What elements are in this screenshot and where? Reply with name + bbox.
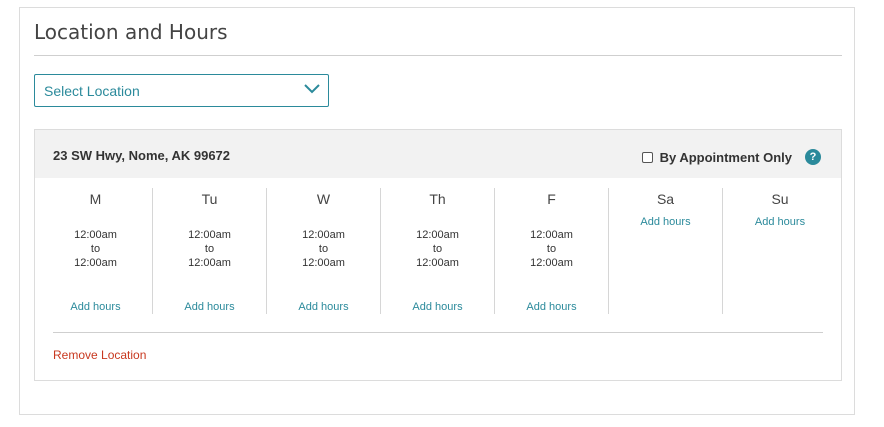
day-column-monday: M 12:00am to 12:00am Add hours — [39, 188, 153, 314]
by-appointment-checkbox[interactable] — [641, 151, 653, 163]
add-hours-link[interactable]: Add hours — [495, 301, 608, 313]
day-name: Sa — [656, 191, 675, 207]
open-time: 12:00am — [530, 229, 573, 241]
open-time: 12:00am — [416, 229, 459, 241]
day-column-saturday: Sa Add hours — [609, 188, 723, 314]
add-hours-link[interactable]: Add hours — [609, 216, 722, 228]
close-time: 12:00am — [188, 257, 231, 269]
day-name: Su — [771, 191, 789, 207]
close-time: 12:00am — [302, 257, 345, 269]
add-hours-link[interactable]: Add hours — [39, 301, 152, 313]
chevron-down-icon — [304, 84, 320, 94]
location-hours-card: Location and Hours Select Location 23 SW… — [19, 7, 855, 415]
day-column-sunday: Su Add hours — [723, 188, 837, 314]
day-column-wednesday: W 12:00am to 12:00am Add hours — [267, 188, 381, 314]
add-hours-link[interactable]: Add hours — [153, 301, 266, 313]
add-hours-link[interactable]: Add hours — [267, 301, 380, 313]
close-time: 12:00am — [74, 257, 117, 269]
open-time: 12:00am — [188, 229, 231, 241]
by-appointment-row: By Appointment Only ? — [641, 149, 821, 165]
add-hours-link[interactable]: Add hours — [723, 216, 837, 228]
day-name: F — [547, 191, 556, 207]
help-icon[interactable]: ? — [805, 149, 821, 165]
open-time: 12:00am — [74, 229, 117, 241]
day-name: W — [316, 191, 331, 207]
day-hours: 12:00am to 12:00am — [495, 228, 608, 270]
title-divider — [34, 55, 842, 56]
weekly-hours: M 12:00am to 12:00am Add hours Tu 12:00a… — [39, 188, 837, 314]
day-name: Tu — [201, 191, 218, 207]
location-address: 23 SW Hwy, Nome, AK 99672 — [53, 148, 231, 163]
close-time: 12:00am — [530, 257, 573, 269]
day-hours: 12:00am to 12:00am — [381, 228, 494, 270]
add-hours-link[interactable]: Add hours — [381, 301, 494, 313]
day-name: M — [89, 191, 102, 207]
location-header: 23 SW Hwy, Nome, AK 99672 By Appointment… — [35, 130, 841, 178]
hours-separator: to — [432, 243, 443, 255]
day-column-tuesday: Tu 12:00am to 12:00am Add hours — [153, 188, 267, 314]
location-panel: 23 SW Hwy, Nome, AK 99672 By Appointment… — [34, 129, 842, 381]
hours-separator: to — [546, 243, 557, 255]
day-column-friday: F 12:00am to 12:00am Add hours — [495, 188, 609, 314]
day-hours: 12:00am to 12:00am — [39, 228, 152, 270]
location-select[interactable]: Select Location — [34, 74, 329, 107]
open-time: 12:00am — [302, 229, 345, 241]
hours-separator: to — [90, 243, 101, 255]
close-time: 12:00am — [416, 257, 459, 269]
panel-divider — [53, 332, 823, 333]
section-title: Location and Hours — [34, 20, 228, 44]
remove-location-link[interactable]: Remove Location — [53, 348, 146, 362]
by-appointment-label[interactable]: By Appointment Only — [660, 150, 792, 165]
day-column-thursday: Th 12:00am to 12:00am Add hours — [381, 188, 495, 314]
day-name: Th — [429, 191, 446, 207]
location-select-placeholder: Select Location — [44, 82, 140, 99]
hours-separator: to — [204, 243, 215, 255]
day-hours: 12:00am to 12:00am — [267, 228, 380, 270]
hours-separator: to — [318, 243, 329, 255]
day-hours: 12:00am to 12:00am — [153, 228, 266, 270]
